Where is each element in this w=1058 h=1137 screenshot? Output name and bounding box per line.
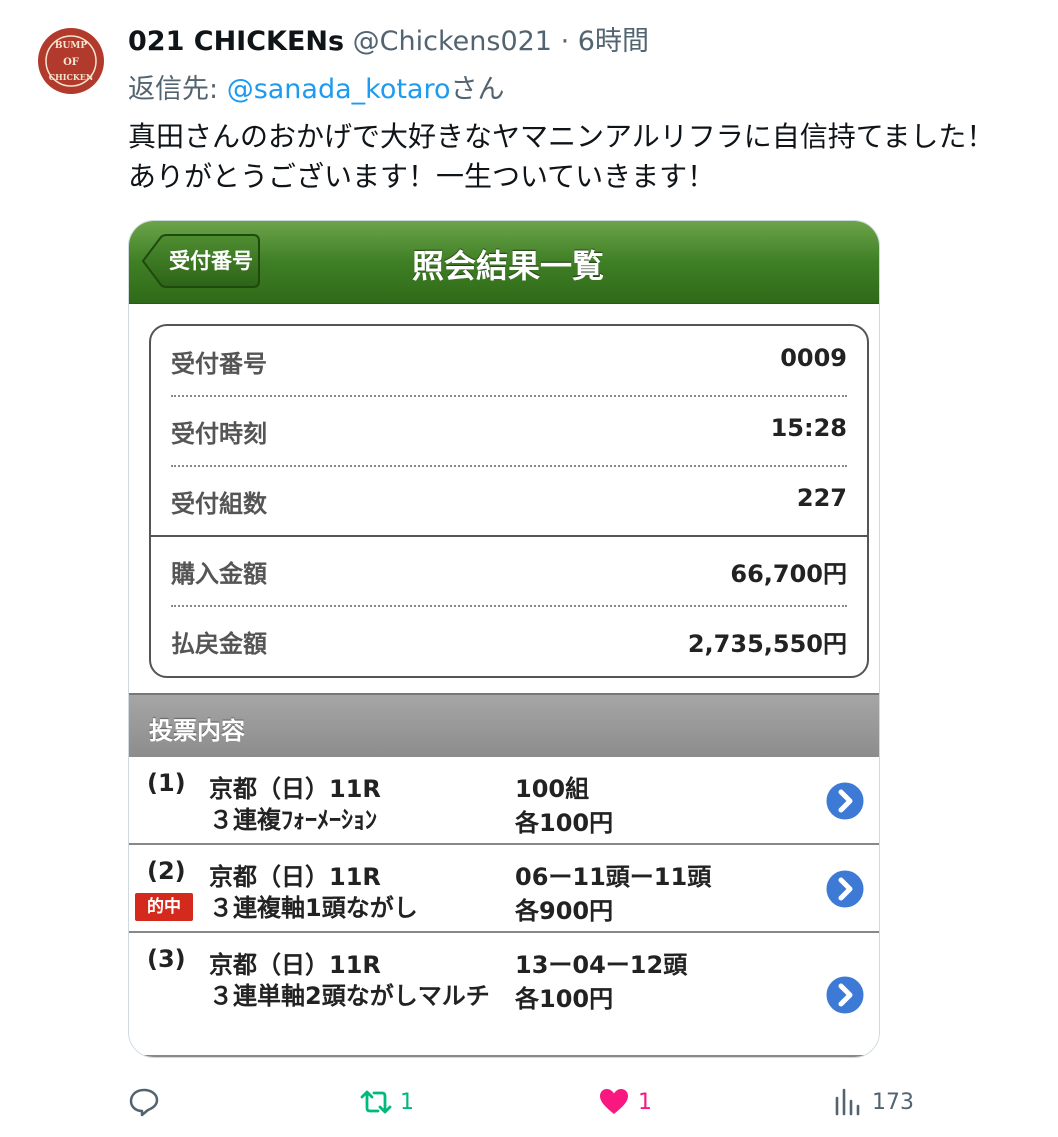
- avatar[interactable]: BUMP OF CHICKEN: [38, 28, 104, 94]
- tweet-text-line-1: 真田さんのおかげで大好きなヤマニンアルリフラに自信持てました！: [128, 120, 995, 153]
- summary-label: 払戻金額: [171, 630, 267, 658]
- bet-race: 京都（日）11R: [209, 951, 381, 979]
- user-handle[interactable]: @Chickens021: [353, 26, 552, 57]
- avatar-logo-icon: BUMP OF CHICKEN: [40, 30, 102, 92]
- svg-text:OF: OF: [63, 57, 79, 68]
- summary-row: 払戻金額 2,735,550円: [151, 606, 867, 676]
- summary-value: 2,735,550円: [687, 630, 847, 658]
- bet-type: ３連複軸1頭ながし: [209, 894, 418, 922]
- retweet-button[interactable]: 1: [360, 1086, 414, 1118]
- retweet-count: 1: [400, 1089, 414, 1115]
- summary-value: 227: [796, 484, 847, 512]
- bet-row[interactable]: (2) 的中 京都（日）11R ３連複軸1頭ながし 06ー11頭ー11頭 各90…: [129, 845, 879, 933]
- reply-prefix: 返信先:: [128, 74, 227, 105]
- bet-type: ３連複ﾌｫｰﾒｰｼｮﾝ: [209, 806, 377, 834]
- bet-unit-price: 各900円: [515, 897, 614, 925]
- summary-value: 66,700円: [730, 560, 847, 588]
- summary-row: 受付番号 0009: [151, 326, 867, 396]
- bet-unit-price: 各100円: [515, 985, 614, 1013]
- summary-label: 受付番号: [171, 350, 267, 378]
- timestamp[interactable]: 6時間: [578, 26, 649, 57]
- display-name[interactable]: 021 CHICKENs: [128, 26, 344, 57]
- summary-row: 受付時刻 15:28: [151, 396, 867, 466]
- bet-race: 京都（日）11R: [209, 775, 381, 803]
- summary-label: 受付時刻: [171, 420, 267, 448]
- tweet-header: 021 CHICKENs @Chickens021 · 6時間: [128, 24, 649, 60]
- reply-suffix: さん: [450, 74, 505, 105]
- bet-race: 京都（日）11R: [209, 863, 381, 891]
- heart-icon: [600, 1089, 628, 1114]
- reply-button[interactable]: [128, 1086, 168, 1118]
- summary-value: 15:28: [770, 414, 847, 442]
- views-count: 173: [872, 1089, 914, 1115]
- views-button[interactable]: 173: [832, 1086, 914, 1118]
- app-navbar: 受付番号 照会結果一覧: [129, 221, 879, 304]
- summary-label: 受付組数: [171, 490, 267, 518]
- retweet-icon: [360, 1090, 392, 1114]
- hit-badge: 的中: [135, 893, 193, 921]
- summary-value: 0009: [780, 344, 847, 372]
- bet-number: (2): [147, 857, 186, 885]
- svg-text:CHICKEN: CHICKEN: [49, 72, 93, 82]
- separator-dot: ·: [560, 26, 570, 57]
- svg-text:BUMP: BUMP: [55, 41, 87, 51]
- bet-combination: 100組: [515, 775, 590, 803]
- reply-icon: [129, 1088, 159, 1117]
- bet-number: (3): [147, 945, 186, 973]
- reply-mention-link[interactable]: @sanada_kotaro: [227, 74, 451, 105]
- attached-image[interactable]: 受付番号 照会結果一覧 受付番号 0009 受付時刻 15:28 受付組数 22…: [128, 220, 880, 1058]
- views-bar-chart-icon: [835, 1088, 860, 1116]
- summary-box: 受付番号 0009 受付時刻 15:28 受付組数 227 購入金額 66,70…: [149, 324, 869, 678]
- summary-row: 受付組数 227: [151, 466, 867, 536]
- summary-row: 購入金額 66,700円: [151, 536, 867, 606]
- like-count: 1: [638, 1089, 652, 1115]
- section-header: 投票内容: [129, 693, 879, 759]
- chevron-right-icon[interactable]: [823, 973, 867, 1017]
- reply-to: 返信先: @sanada_kotaroさん: [128, 72, 505, 108]
- screen-title: 照会結果一覧: [411, 247, 604, 285]
- bet-number: (1): [147, 769, 186, 797]
- chevron-right-icon[interactable]: [823, 779, 867, 823]
- tweet-text: 真田さんのおかげで大好きなヤマニンアルリフラに自信持てました！ ありがとうござい…: [128, 117, 994, 197]
- bet-combination: 06ー11頭ー11頭: [515, 863, 712, 891]
- bet-row[interactable]: (1) 京都（日）11R ３連複ﾌｫｰﾒｰｼｮﾝ 100組 各100円: [129, 757, 879, 845]
- tweet-actions: 1 1 173: [0, 1086, 1058, 1126]
- bet-type: ３連単軸2頭ながしマルチ: [209, 982, 490, 1010]
- chevron-right-icon[interactable]: [823, 867, 867, 911]
- like-button[interactable]: 1: [598, 1086, 652, 1118]
- tweet-text-line-2: ありがとうございます！一生ついていきます！: [128, 160, 716, 193]
- summary-label: 購入金額: [171, 560, 267, 588]
- bet-combination: 13ー04ー12頭: [515, 951, 688, 979]
- bet-row[interactable]: (3) 京都（日）11R ３連単軸2頭ながしマルチ 13ー04ー12頭 各100…: [129, 933, 879, 1057]
- bet-unit-price: 各100円: [515, 809, 614, 837]
- section-title: 投票内容: [149, 717, 245, 745]
